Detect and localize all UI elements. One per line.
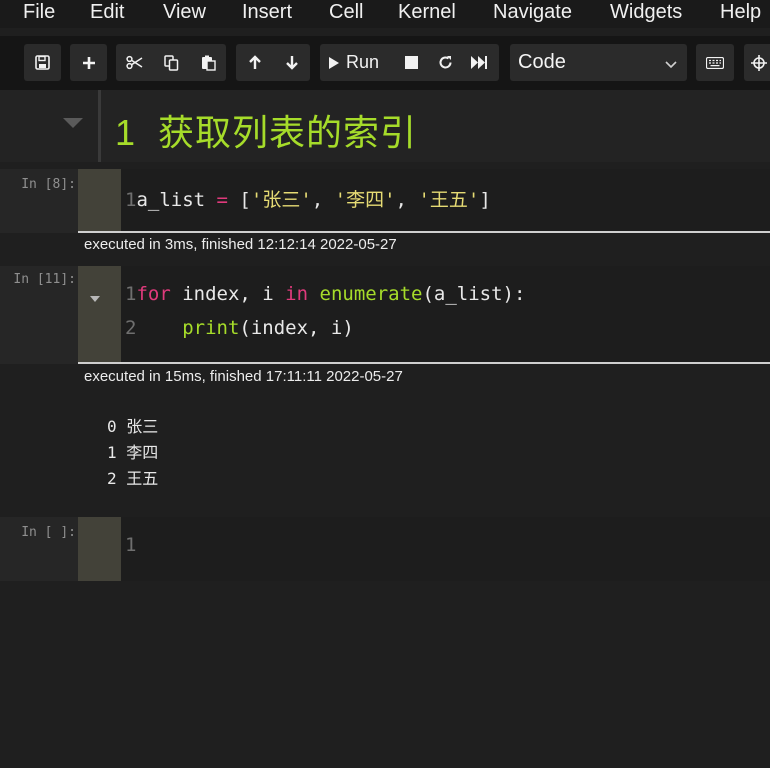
section-heading: 1 获取列表的索引: [115, 104, 417, 156]
paste-button[interactable]: [190, 44, 226, 81]
copy-icon: [164, 54, 179, 71]
input-prompt: In [ ]:: [21, 525, 76, 540]
code-line: 1for index, i in enumerate(a_list):: [125, 283, 525, 305]
heading-number: 1: [115, 112, 137, 153]
cell-border: [98, 90, 101, 162]
stop-icon: [404, 56, 418, 69]
move-up-button[interactable]: [236, 44, 273, 81]
chevron-down-icon: [665, 56, 677, 74]
cell-output: 0 张三 1 李四 2 王五: [0, 390, 770, 510]
fast-forward-icon: [471, 56, 487, 69]
line-number: 1: [125, 283, 137, 305]
heading-text: 获取列表的索引: [158, 112, 418, 153]
move-group: [236, 44, 310, 81]
menu-bar: File Edit View Insert Cell Kernel Naviga…: [0, 0, 770, 28]
code-text: for index, i in enumerate(a_list):: [136, 283, 526, 305]
code-line: 1a_list = ['张三', '李四', '王五']: [125, 185, 491, 212]
insert-cell-button[interactable]: [70, 44, 107, 81]
clipboard-group: [116, 44, 226, 81]
execution-info: executed in 15ms, finished 17:11:11 2022…: [84, 368, 403, 385]
arrow-down-icon: [285, 55, 299, 70]
cell-gutter: [78, 266, 121, 364]
menu-insert[interactable]: Insert: [242, 0, 292, 26]
code-cell[interactable]: In [ ]: 1: [0, 517, 770, 581]
toolbar: Run Code: [0, 36, 770, 90]
run-button[interactable]: Run: [328, 44, 394, 81]
play-icon: [328, 56, 340, 70]
menu-cell[interactable]: Cell: [329, 0, 363, 26]
notebook-area: 1 获取列表的索引 In [8]: 1a_list = ['张三', '李四',…: [0, 90, 770, 768]
execution-info: executed in 3ms, finished 12:12:14 2022-…: [84, 236, 397, 253]
code-text: a_list = ['张三', '李四', '王五']: [136, 189, 491, 211]
menu-file[interactable]: File: [23, 0, 55, 26]
restart-button[interactable]: [428, 44, 462, 81]
paste-icon: [201, 55, 216, 71]
command-palette-button[interactable]: [696, 44, 734, 81]
line-number: 1: [125, 189, 137, 211]
menu-view[interactable]: View: [163, 0, 206, 26]
output-line: 0 张三: [107, 417, 159, 436]
code-cell[interactable]: In [11]: 1for index, i in enumerate(a_li…: [0, 266, 770, 364]
menu-widgets[interactable]: Widgets: [610, 0, 682, 26]
add-group: [70, 44, 107, 81]
collapse-heading-icon[interactable]: [62, 116, 84, 134]
menu-navigate[interactable]: Navigate: [493, 0, 572, 26]
save-group: [24, 44, 61, 81]
code-line: 2 print(index, i): [125, 317, 354, 339]
scissors-icon: [126, 55, 143, 70]
markdown-cell[interactable]: 1 获取列表的索引: [0, 90, 770, 162]
move-icon: [751, 54, 767, 71]
code-cell[interactable]: In [8]: 1a_list = ['张三', '李四', '王五']: [0, 169, 770, 233]
run-label: Run: [346, 52, 380, 72]
cell-gutter: [78, 169, 121, 233]
keyboard-icon: [706, 56, 724, 69]
run-group: Run: [320, 44, 499, 81]
menu-help[interactable]: Help: [720, 0, 761, 26]
copy-button[interactable]: [153, 44, 190, 81]
cell-type-value: Code: [518, 51, 566, 73]
save-icon: [35, 55, 50, 70]
output-line: 1 李四: [107, 443, 159, 462]
code-line: 1: [125, 534, 136, 556]
code-text: print(index, i): [182, 317, 354, 339]
code-editor[interactable]: 1for index, i in enumerate(a_list): 2 pr…: [121, 266, 770, 364]
cell-gutter: [78, 517, 121, 581]
interrupt-button[interactable]: [394, 44, 428, 81]
code-editor[interactable]: 1a_list = ['张三', '李四', '王五']: [121, 169, 770, 233]
move-tool-button[interactable]: [744, 44, 770, 81]
move-down-button[interactable]: [273, 44, 310, 81]
line-number: 2: [125, 317, 137, 339]
restart-icon: [438, 55, 453, 70]
move-tool-group: [744, 44, 770, 81]
cut-button[interactable]: [116, 44, 153, 81]
code-editor[interactable]: 1: [121, 517, 770, 581]
menu-edit[interactable]: Edit: [90, 0, 124, 26]
run-all-button[interactable]: [462, 44, 496, 81]
arrow-up-icon: [248, 55, 262, 70]
cell-type-select[interactable]: Code: [510, 44, 687, 81]
output-line: 2 王五: [107, 469, 159, 488]
fold-code-icon[interactable]: [89, 290, 101, 308]
input-prompt: In [11]:: [13, 272, 76, 287]
line-number: 1: [125, 534, 137, 556]
cell-separator: [78, 362, 770, 364]
save-button[interactable]: [24, 44, 61, 81]
keyboard-group: [696, 44, 734, 81]
input-prompt: In [8]:: [21, 177, 76, 192]
plus-icon: [82, 56, 96, 70]
cell-separator: [78, 231, 770, 233]
menu-kernel[interactable]: Kernel: [398, 0, 456, 26]
